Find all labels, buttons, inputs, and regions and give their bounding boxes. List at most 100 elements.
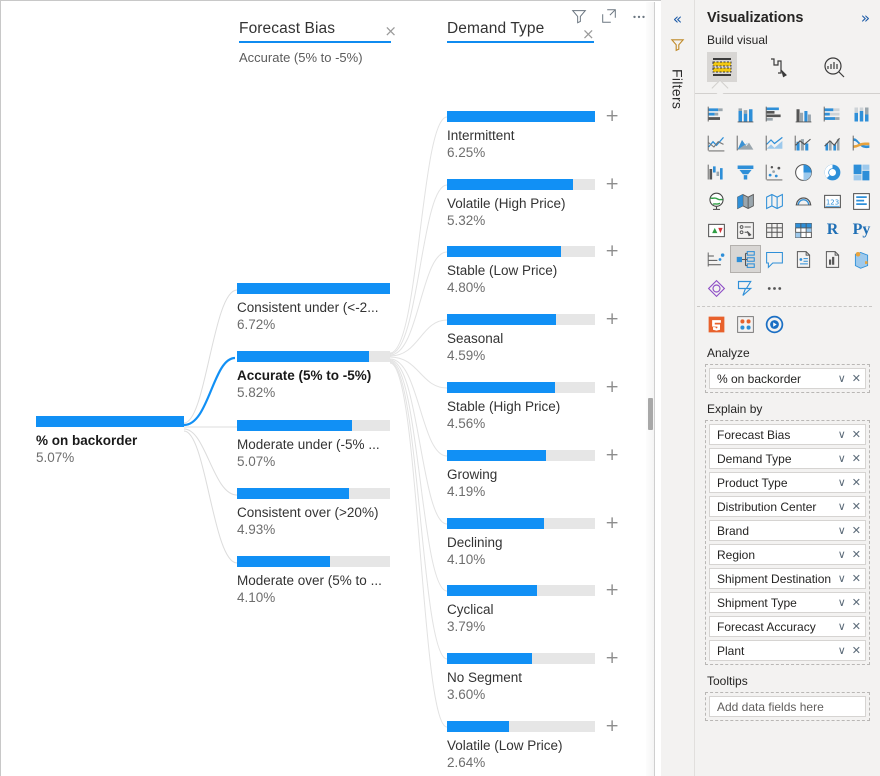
more-options-icon[interactable] [630, 7, 648, 25]
chevron-down-icon[interactable]: ∨ [838, 620, 846, 633]
remove-field-icon[interactable]: ✕ [852, 596, 861, 609]
tooltips-placeholder[interactable]: Add data fields here [709, 696, 866, 717]
paginated-report-icon[interactable] [818, 246, 847, 272]
filter-icon[interactable] [570, 7, 588, 25]
pie-chart-icon[interactable] [789, 159, 818, 185]
focus-mode-icon[interactable] [600, 7, 618, 25]
decomposition-tree-icon[interactable] [730, 245, 761, 273]
field-pill-demand-type[interactable]: Demand Type ∨ ✕ [709, 448, 866, 469]
tree-node-growing[interactable]: + Growing 4.19% [447, 447, 619, 499]
tree-node-accurate[interactable]: Accurate (5% to -5%) 5.82% [237, 351, 397, 400]
remove-field-icon[interactable]: ✕ [852, 548, 861, 561]
sandbox-visual-icon[interactable] [731, 311, 760, 337]
expand-node-button[interactable]: + [605, 379, 619, 396]
scatter-chart-icon[interactable] [760, 159, 789, 185]
kpi-icon[interactable] [702, 217, 731, 243]
column-title[interactable]: Demand Type [447, 20, 544, 38]
chevron-down-icon[interactable]: ∨ [838, 372, 846, 385]
map-icon[interactable] [702, 188, 731, 214]
html-content-icon[interactable] [702, 311, 731, 337]
chevron-down-icon[interactable]: ∨ [838, 644, 846, 657]
chevron-down-icon[interactable]: ∨ [838, 452, 846, 465]
filters-pane-collapsed[interactable]: « Filters [661, 0, 695, 776]
power-automate-icon[interactable] [731, 275, 760, 301]
pane-mode-tabs[interactable] [695, 50, 880, 82]
azure-map-icon[interactable] [789, 188, 818, 214]
tab-analytics[interactable] [819, 52, 849, 82]
remove-field-icon[interactable]: ✕ [852, 428, 861, 441]
chevron-down-icon[interactable]: ∨ [838, 596, 846, 609]
close-icon[interactable]: × [384, 24, 397, 39]
chevron-down-icon[interactable]: ∨ [838, 500, 846, 513]
canvas-vertical-scrollbar[interactable] [646, 2, 655, 776]
column-header-forecast-bias[interactable]: Forecast Bias × Accurate (5% to -5%) [239, 20, 399, 65]
scrollbar-thumb[interactable] [648, 398, 653, 430]
remove-field-icon[interactable]: ✕ [852, 644, 861, 657]
python-visual-icon[interactable]: Py [847, 217, 876, 243]
field-pill-distribution-center[interactable]: Distribution Center ∨ ✕ [709, 496, 866, 517]
r-script-visual-icon[interactable]: R [818, 217, 847, 243]
clustered-column-chart-icon[interactable] [789, 101, 818, 127]
chevron-down-icon[interactable]: ∨ [838, 476, 846, 489]
field-pill-shipment-destination[interactable]: Shipment Destination ∨ ✕ [709, 568, 866, 589]
custom-visual-gallery[interactable] [695, 311, 880, 337]
analyze-field-well[interactable]: % on backorder ∨ ✕ [705, 364, 870, 393]
expand-node-button[interactable]: + [605, 311, 619, 328]
field-pill-forecast-accuracy[interactable]: Forecast Accuracy ∨ ✕ [709, 616, 866, 637]
tree-node-cyclical[interactable]: + Cyclical 3.79% [447, 582, 619, 634]
field-pill-percent-on-backorder[interactable]: % on backorder ∨ ✕ [709, 368, 866, 389]
clustered-bar-chart-icon[interactable] [760, 101, 789, 127]
tree-node-seasonal[interactable]: + Seasonal 4.59% [447, 311, 619, 363]
tree-node-consistent-over[interactable]: Consistent over (>20%) 4.93% [237, 488, 397, 537]
filled-map-icon[interactable] [731, 188, 760, 214]
explain-by-field-well[interactable]: Forecast Bias ∨ ✕ Demand Type ∨ ✕ Produc… [705, 420, 870, 665]
visual-header[interactable] [570, 7, 648, 25]
line-and-clustered-column-chart-icon[interactable] [818, 130, 847, 156]
waterfall-chart-icon[interactable] [702, 159, 731, 185]
stacked-column-chart-icon[interactable] [731, 101, 760, 127]
remove-field-icon[interactable]: ✕ [852, 452, 861, 465]
card-icon[interactable]: 123 [818, 188, 847, 214]
expand-node-button[interactable]: + [605, 108, 619, 125]
tree-node-stable-low-price[interactable]: + Stable (Low Price) 4.80% [447, 243, 619, 295]
slicer-icon[interactable] [731, 217, 760, 243]
tree-node-volatile-high-price[interactable]: + Volatile (High Price) 5.32% [447, 176, 619, 228]
remove-field-icon[interactable]: ✕ [852, 524, 861, 537]
ribbon-chart-icon[interactable] [847, 130, 876, 156]
tab-format-visual[interactable] [763, 52, 793, 82]
close-icon[interactable]: × [582, 27, 595, 42]
tree-node-stable-high-price[interactable]: + Stable (High Price) 4.56% [447, 379, 619, 431]
remove-field-icon[interactable]: ✕ [852, 372, 861, 385]
tree-node-consistent-under[interactable]: Consistent under (<-2... 6.72% [237, 283, 397, 332]
tree-node-moderate-under[interactable]: Moderate under (-5% ... 5.07% [237, 420, 397, 469]
treemap-icon[interactable] [847, 159, 876, 185]
expand-node-button[interactable]: + [605, 243, 619, 260]
field-pill-product-type[interactable]: Product Type ∨ ✕ [709, 472, 866, 493]
qa-visual-icon[interactable] [760, 246, 789, 272]
chevron-right-icon[interactable]: » [861, 10, 870, 26]
field-pill-shipment-type[interactable]: Shipment Type ∨ ✕ [709, 592, 866, 613]
tree-node-root[interactable]: % on backorder 5.07% [36, 416, 226, 465]
field-pill-plant[interactable]: Plant ∨ ✕ [709, 640, 866, 661]
key-influencers-icon[interactable] [702, 246, 731, 272]
expand-node-button[interactable]: + [605, 718, 619, 735]
line-and-stacked-column-chart-icon[interactable] [789, 130, 818, 156]
multi-row-card-icon[interactable] [847, 188, 876, 214]
visual-type-gallery[interactable]: 123 R Py [695, 94, 880, 301]
remove-field-icon[interactable]: ✕ [852, 620, 861, 633]
tree-node-no-segment[interactable]: + No Segment 3.60% [447, 650, 619, 702]
tooltips-field-well[interactable]: Add data fields here [705, 692, 870, 721]
stacked-bar-chart-icon[interactable] [702, 101, 731, 127]
tree-node-declining[interactable]: + Declining 4.10% [447, 515, 619, 567]
area-chart-icon[interactable] [731, 130, 760, 156]
power-apps-icon[interactable] [702, 275, 731, 301]
expand-node-button[interactable]: + [605, 650, 619, 667]
remove-field-icon[interactable]: ✕ [852, 500, 861, 513]
expand-node-button[interactable]: + [605, 447, 619, 464]
tree-node-moderate-over[interactable]: Moderate over (5% to ... 4.10% [237, 556, 397, 605]
expand-node-button[interactable]: + [605, 176, 619, 193]
tree-node-intermittent[interactable]: + Intermittent 6.25% [447, 108, 619, 160]
matrix-icon[interactable] [789, 217, 818, 243]
decomposition-tree-visual[interactable]: Forecast Bias × Accurate (5% to -5%) Dem… [0, 0, 661, 776]
expand-filters-icon[interactable]: « [673, 12, 682, 27]
